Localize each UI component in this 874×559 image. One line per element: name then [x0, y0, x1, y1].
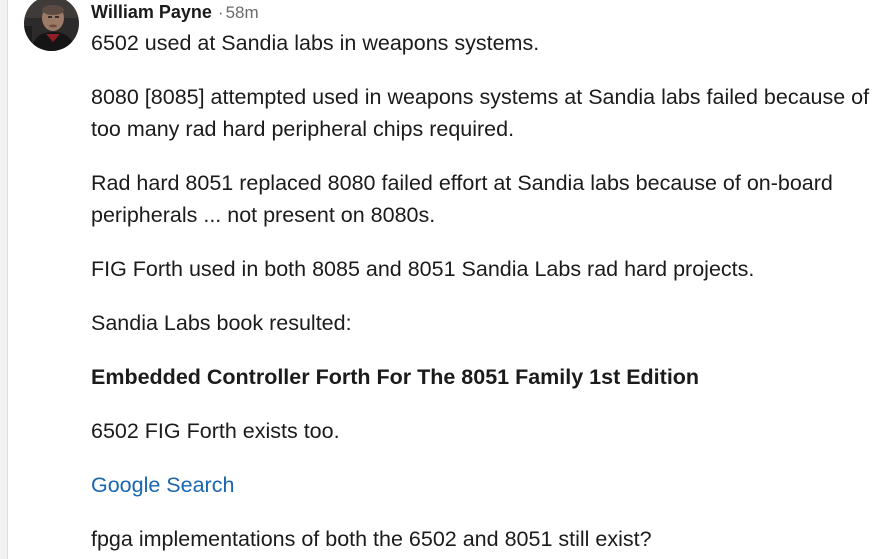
comment: William Payne · 58m 6502 used at Sandia la…	[24, 0, 874, 559]
thread-line	[0, 0, 8, 559]
comment-content: William Payne · 58m 6502 used at Sandia la…	[91, 0, 871, 555]
meta-separator: ·	[217, 3, 224, 22]
comment-body: 6502 used at Sandia labs in weapons syst…	[91, 27, 871, 555]
comment-paragraph: fpga implementations of both the 6502 an…	[91, 527, 652, 551]
comment-paragraph: FIG Forth used in both 8085 and 8051 San…	[91, 257, 755, 281]
book-title: Embedded Controller Forth For The 8051 F…	[91, 365, 700, 389]
author-name[interactable]: William Payne	[91, 2, 212, 22]
comment-paragraph: 6502 used at Sandia labs in weapons syst…	[91, 31, 540, 55]
comment-paragraph: Rad hard 8051 replaced 8080 failed effor…	[91, 171, 833, 227]
user-photo-icon	[24, 0, 79, 51]
comment-header: William Payne · 58m	[91, 0, 871, 24]
google-search-link[interactable]: Google Search	[91, 473, 234, 497]
comment-paragraph: Sandia Labs book resulted:	[91, 311, 352, 335]
comment-paragraph: 6502 FIG Forth exists too.	[91, 419, 340, 443]
comment-paragraph-link: Google Search	[91, 469, 871, 501]
comment-timestamp[interactable]: 58m	[226, 3, 259, 22]
avatar[interactable]	[24, 0, 79, 51]
comment-paragraph: 8080 [8085] attempted used in weapons sy…	[91, 85, 870, 141]
